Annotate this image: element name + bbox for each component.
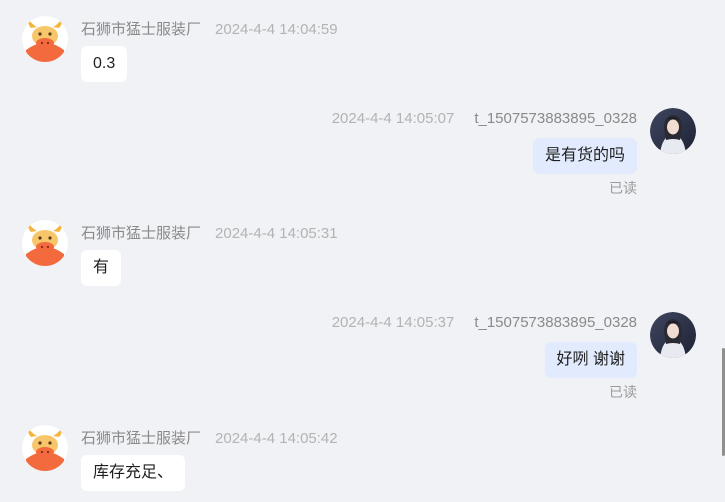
bull-mascot-avatar-icon[interactable] <box>22 220 68 266</box>
sender-name[interactable]: 石狮市猛士服装厂 <box>81 21 201 38</box>
sender-name[interactable]: 石狮市猛士服装厂 <box>81 225 201 242</box>
message-time: 2024-4-4 14:05:31 <box>215 225 338 242</box>
message-meta: 石狮市猛士服装厂 2024-4-4 14:04:59 <box>81 18 338 39</box>
message-time: 2024-4-4 14:04:59 <box>215 21 338 38</box>
message-bubble[interactable]: 库存充足、 <box>81 455 186 491</box>
message-time: 2024-4-4 14:05:42 <box>215 430 338 447</box>
sender-name[interactable]: t_1507573883895_0328 <box>474 110 637 127</box>
message-bubble[interactable]: 有 <box>81 250 122 286</box>
message-bubble[interactable]: 好咧 谢谢 <box>544 342 637 378</box>
message-time: 2024-4-4 14:05:37 <box>331 314 455 331</box>
message-bubble[interactable]: 是有货的吗 <box>532 138 637 174</box>
message-meta: 2024-4-4 14:05:37 t_1507573883895_0328 <box>332 314 637 331</box>
bull-mascot-avatar-icon[interactable] <box>22 425 68 471</box>
read-status: 已读 <box>609 384 637 400</box>
read-status: 已读 <box>609 180 637 196</box>
message-bubble[interactable]: 0.3 <box>81 46 128 82</box>
bull-mascot-avatar-icon[interactable] <box>22 16 68 62</box>
sender-name[interactable]: t_1507573883895_0328 <box>474 314 637 331</box>
message-meta: 石狮市猛士服装厂 2024-4-4 14:05:31 <box>81 222 338 243</box>
message-meta: 石狮市猛士服装厂 2024-4-4 14:05:42 <box>81 427 338 448</box>
sender-name[interactable]: 石狮市猛士服装厂 <box>81 430 201 447</box>
message-meta: 2024-4-4 14:05:07 t_1507573883895_0328 <box>332 110 637 127</box>
user-photo-avatar-icon[interactable] <box>650 108 696 154</box>
user-photo-avatar-icon[interactable] <box>650 312 696 358</box>
message-time: 2024-4-4 14:05:07 <box>331 110 455 127</box>
chat-message-list: 石狮市猛士服装厂 2024-4-4 14:04:59 0.3 2024-4-4 … <box>0 0 725 502</box>
